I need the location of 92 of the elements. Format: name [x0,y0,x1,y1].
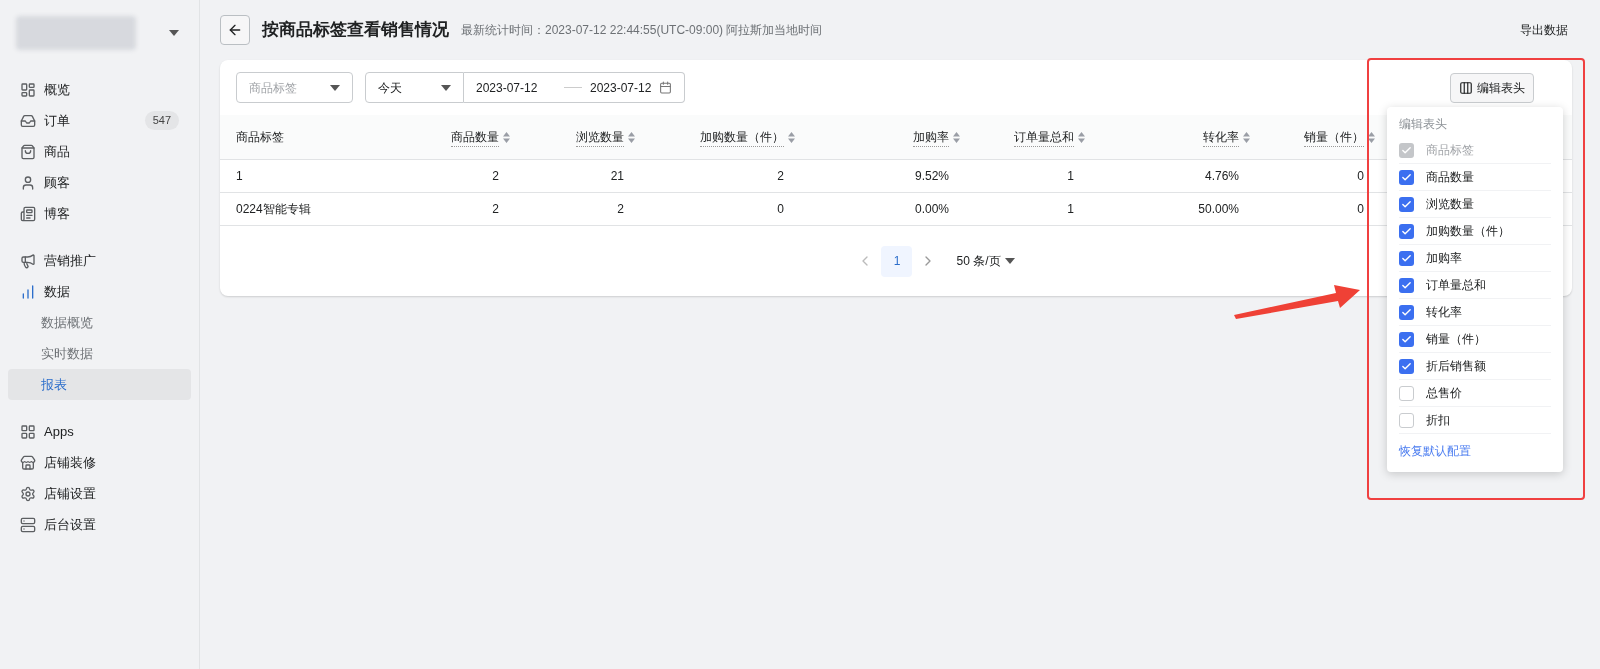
sidebar-subitem[interactable]: 实时数据 [8,338,191,369]
checkbox[interactable] [1399,331,1414,347]
column-header: 订单量总和 [1014,127,1074,147]
table-cell-text: 21 [610,168,624,185]
sidebar-item[interactable]: 博客 [8,198,191,229]
check-icon [1401,225,1412,237]
table-cell-text: 1 [1067,201,1074,218]
reset-link[interactable]: 恢复默认配置 [1399,442,1471,460]
table-cell-text: 2 [492,168,499,185]
checkbox[interactable] [1399,385,1414,401]
checkbox[interactable] [1399,169,1414,185]
table-cell-text: 2 [492,201,499,218]
page-subtitle: 最新统计时间：2023-07-12 22:44:55(UTC-09:00) 阿拉斯加当地时间 [461,22,823,39]
check-icon [1401,306,1412,318]
checkbox[interactable] [1399,223,1414,239]
column-header: 商品数量 [451,127,499,147]
table-cell-text: 9.52% [914,168,949,185]
check-icon [1401,198,1412,210]
check-icon [1401,279,1412,291]
checkbox[interactable] [1399,304,1414,320]
sidebar-subitem[interactable]: 数据概览 [8,307,191,338]
page-title: 按商品标签查看销售情况 [262,19,449,42]
column-option[interactable]: 商品数量 [1399,164,1551,191]
table-cell-text: 0 [1357,201,1364,218]
sidebar-item[interactable]: 商品 [8,136,191,167]
column-header: 加购率 [913,127,949,147]
sidebar-item[interactable]: 数据 [8,276,191,307]
table-cell: 0224智能专辑 [236,202,311,216]
table-cell-text: 2 [617,201,624,218]
column-option[interactable]: 加购数量（件） [1399,218,1551,245]
column-option[interactable]: 总售价 [1399,380,1551,407]
sidebar-item[interactable]: 订单 547 [8,105,191,136]
menu-title: 编辑表头 [1399,116,1448,133]
sidebar-item[interactable]: 顾客 [8,167,191,198]
count-badge: 547 [144,111,179,130]
sort-icon[interactable] [1368,131,1375,143]
columns-icon [1459,80,1473,95]
table-cell-text: 0 [1357,168,1364,185]
sort-icon[interactable] [1243,131,1250,143]
check-icon [1401,252,1412,264]
date-range-field[interactable]: 2023-07-12 2023-07-12 [464,72,685,103]
column-option[interactable]: 转化率 [1399,299,1551,326]
sidebar-item[interactable]: 营销推广 [8,245,191,276]
back-button[interactable] [220,15,250,45]
table-cell-text: 1 [1067,168,1074,185]
table-cell-text: 4.76% [1204,168,1239,185]
column-option[interactable]: 销量（件） [1399,326,1551,353]
sort-icon[interactable] [503,131,510,143]
page-button[interactable]: 1 [881,245,913,277]
sidebar-item[interactable]: 店铺装修 [8,447,191,478]
column-option[interactable]: 折后销售额 [1399,353,1551,380]
export-button[interactable]: 导出数据 [1508,21,1580,39]
sidebar-item[interactable]: 店铺设置 [8,478,191,509]
sort-icon[interactable] [788,131,795,143]
checkbox[interactable] [1399,358,1414,374]
caret-icon [330,84,340,91]
sort-icon[interactable] [628,131,635,143]
page-size-select[interactable]: 50 条/页 [956,252,1015,270]
column-option[interactable]: 加购率 [1399,245,1551,272]
column-option[interactable]: 折扣 [1399,407,1551,434]
edit-columns-button[interactable]: 编辑表头 [1450,72,1534,103]
table-cell-text: 0 [777,201,784,218]
sidebar-item[interactable]: 后台设置 [8,509,191,540]
column-option[interactable]: 订单量总和 [1399,272,1551,299]
checkbox[interactable] [1399,196,1414,212]
column-header: 转化率 [1203,127,1239,147]
sidebar-subitem[interactable]: 报表 [8,369,191,400]
checkbox[interactable] [1399,250,1414,266]
sidebar-item[interactable]: 概览 [8,74,191,105]
column-option[interactable]: 浏览数量 [1399,191,1551,218]
check-icon [1401,333,1412,345]
caret-icon [441,84,451,91]
check-icon [1401,144,1412,156]
caret-icon [1004,258,1015,264]
dropdown-caret-icon [169,30,179,36]
checkbox[interactable] [1399,412,1414,428]
calendar-icon [659,81,672,94]
check-icon [1401,171,1412,183]
table-cell-text: 50.00% [1198,201,1239,218]
table-cell-text: 2 [777,168,784,185]
column-header: 加购数量（件） [700,127,784,147]
sidebar-item[interactable]: Apps [8,416,191,447]
column-header: 商品标签 [236,129,284,146]
checkbox[interactable] [1399,277,1414,293]
table-cell: 1 [236,169,243,183]
check-icon [1401,360,1412,372]
range-select[interactable]: 今天 [365,72,464,103]
sort-icon[interactable] [1078,131,1085,143]
table-cell-text: 0.00% [914,201,949,218]
column-header: 销量（件） [1304,127,1364,147]
column-header: 浏览数量 [576,127,624,147]
sort-icon[interactable] [953,131,960,143]
